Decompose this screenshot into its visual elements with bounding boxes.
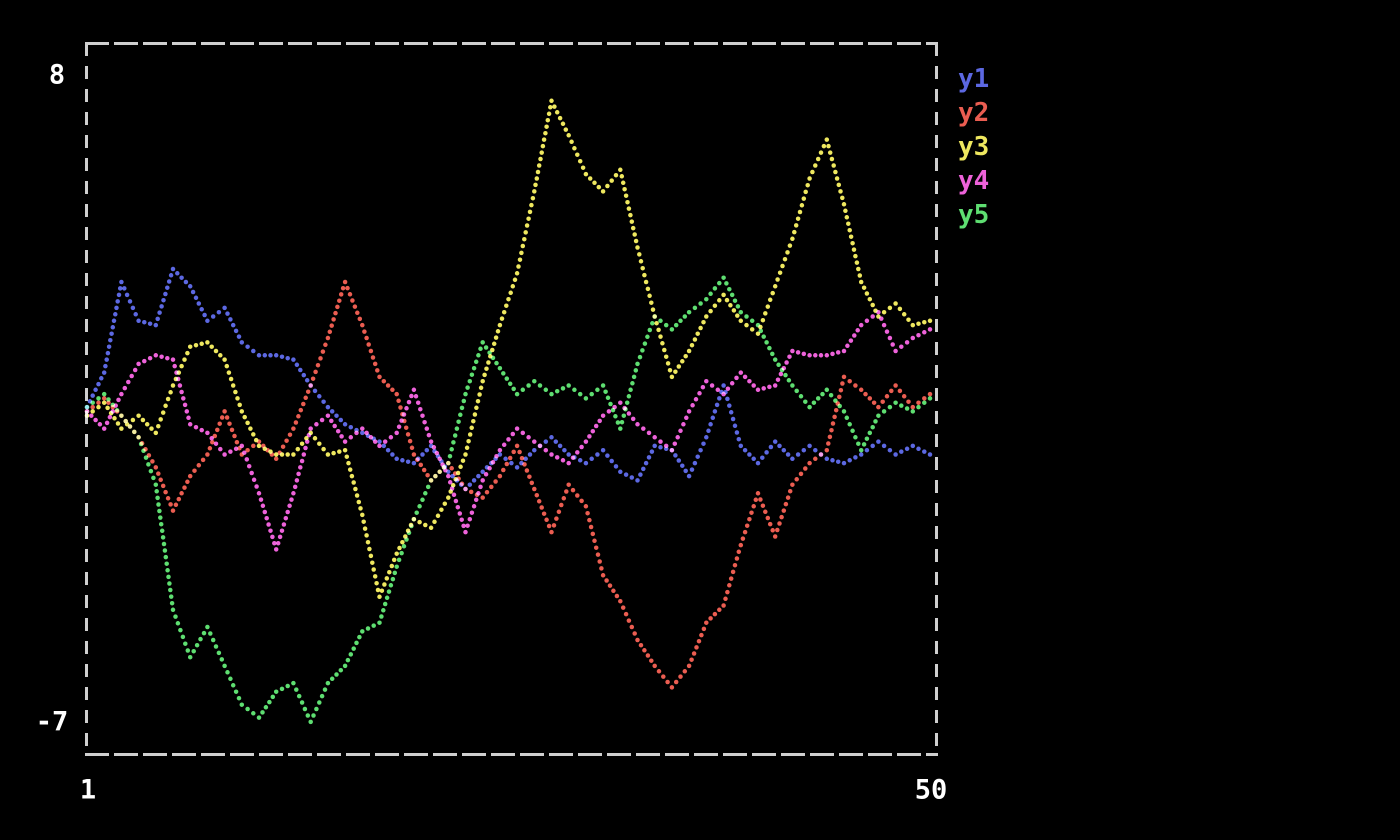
legend: y1y2y3y4y5	[958, 62, 989, 232]
legend-item-y4: y4	[958, 164, 989, 198]
x-axis-max-label: 50	[915, 777, 948, 804]
y-axis-min-label: -7	[36, 709, 69, 736]
legend-item-y5: y5	[958, 198, 989, 232]
series-y3	[85, 99, 933, 600]
series-root	[85, 99, 933, 725]
plot-canvas	[0, 0, 1400, 840]
legend-item-y2: y2	[958, 96, 989, 130]
legend-item-y3: y3	[958, 130, 989, 164]
legend-item-y1: y1	[958, 62, 989, 96]
terminal-plot-page: 8 -7 1 50 y1y2y3y4y5	[0, 0, 1400, 840]
x-axis-min-label: 1	[80, 777, 96, 804]
series-y2	[85, 280, 933, 690]
y-axis-max-label: 8	[49, 62, 65, 89]
series-y5	[85, 275, 933, 724]
